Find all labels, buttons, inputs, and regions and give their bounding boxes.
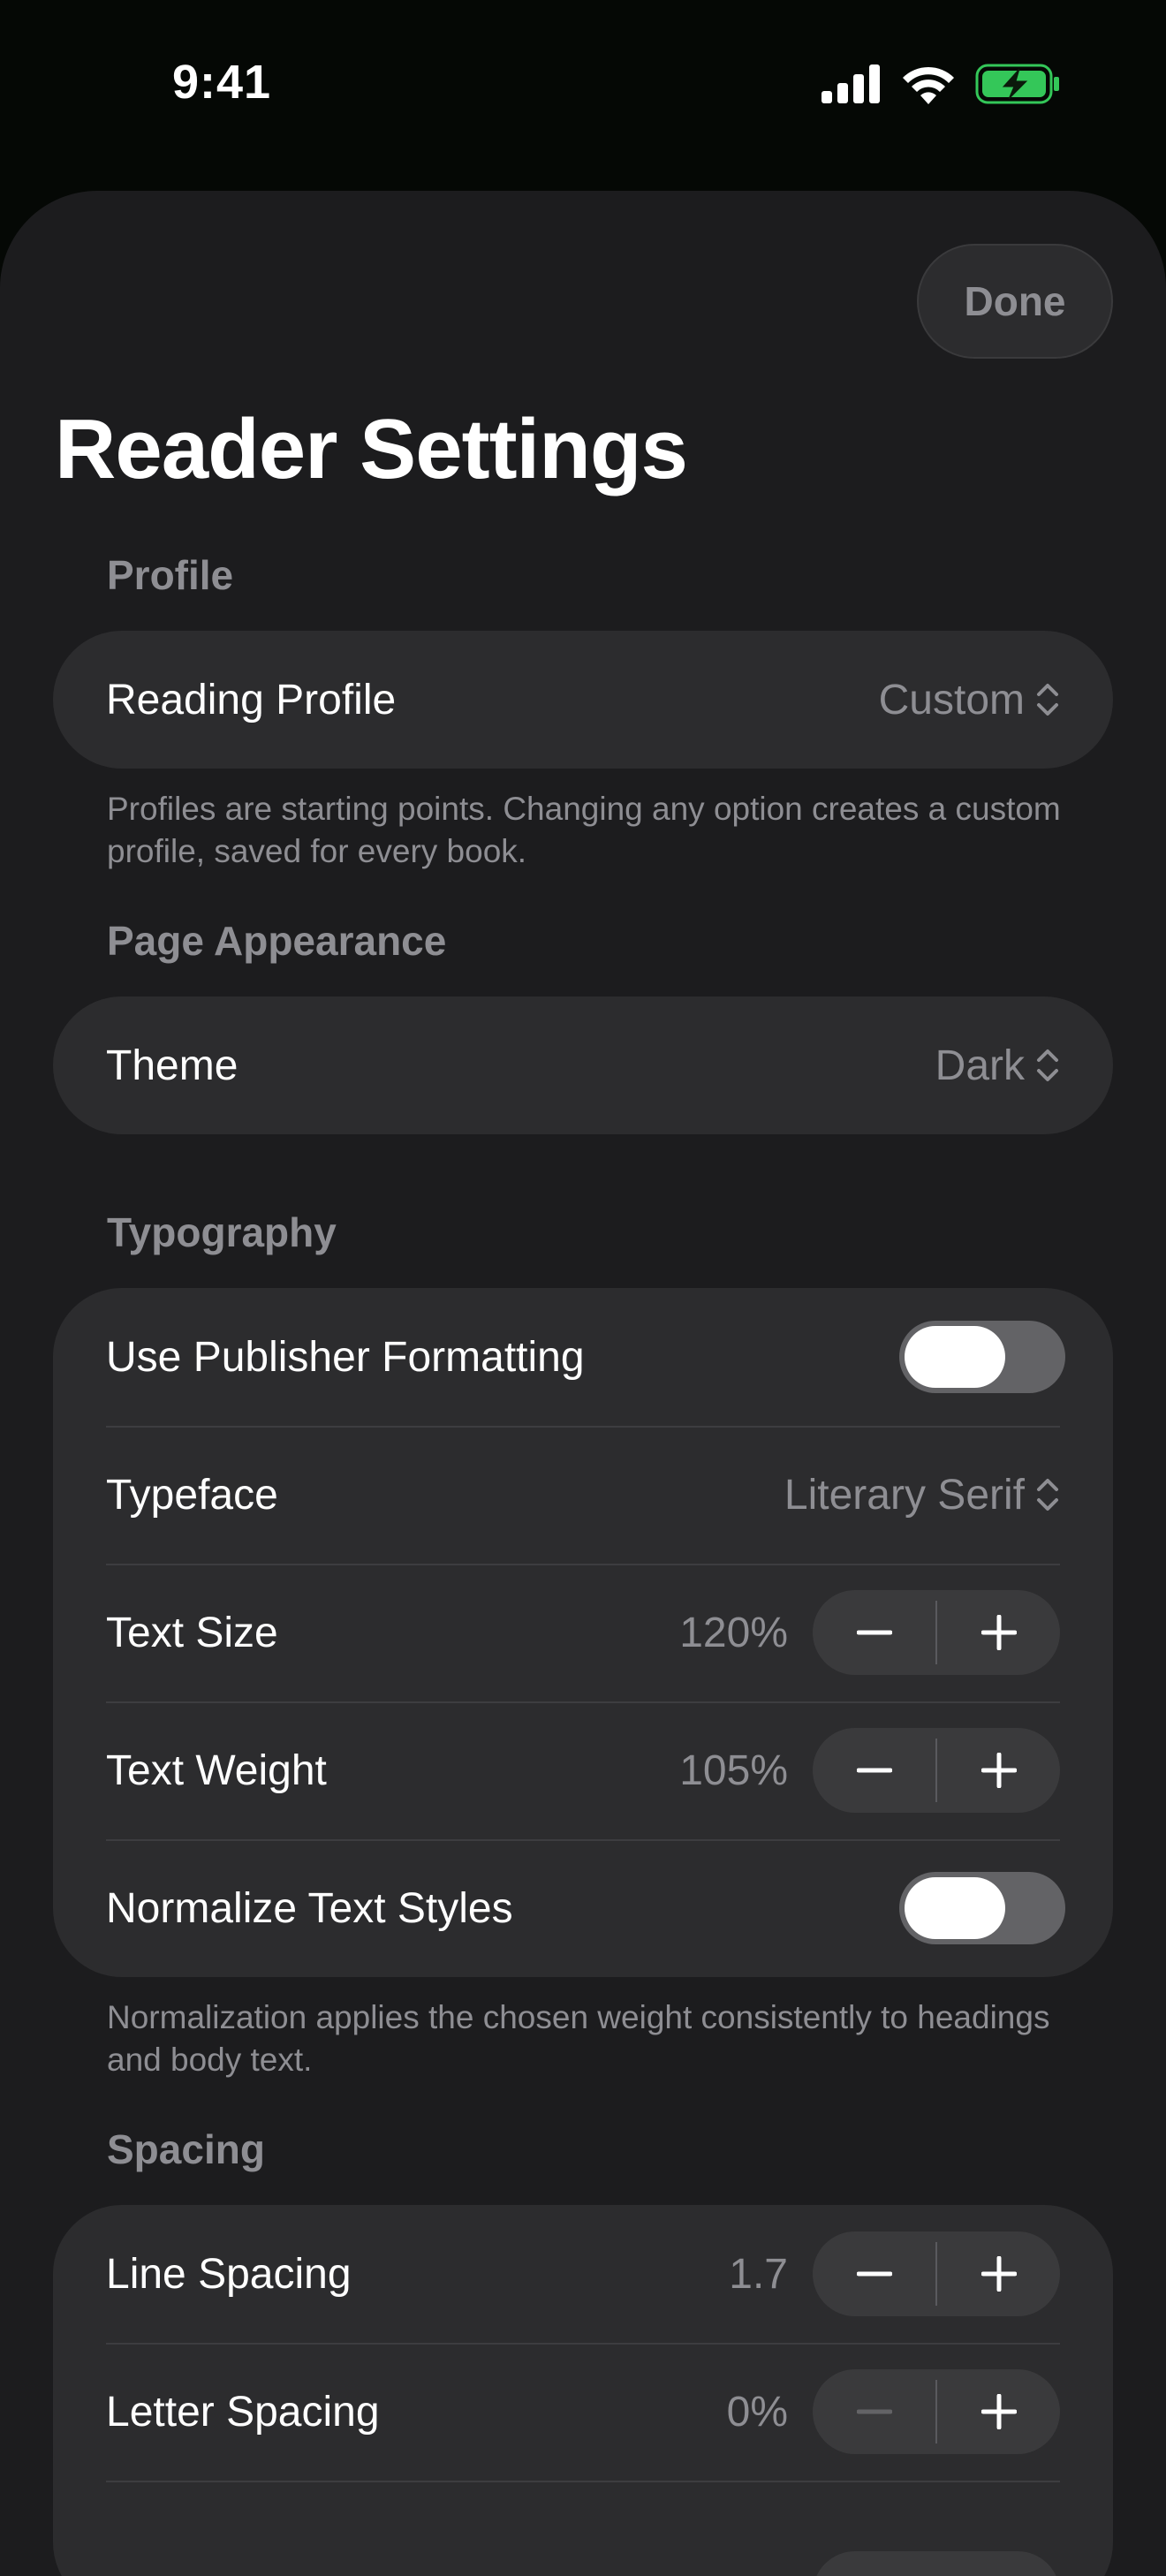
plus-icon: [980, 1753, 1017, 1788]
letter-spacing-row: Letter Spacing 0%: [53, 2343, 1113, 2481]
profile-group: Reading Profile Custom: [53, 631, 1113, 769]
text-weight-label: Text Weight: [106, 1746, 327, 1794]
letter-spacing-decrease-button[interactable]: [813, 2369, 935, 2454]
text-size-stepper: [813, 1590, 1060, 1675]
status-bar: 9:41: [0, 0, 1166, 177]
letter-spacing-increase-button[interactable]: [937, 2369, 1060, 2454]
line-spacing-value: 1.7: [729, 2250, 788, 2298]
text-weight-increase-button[interactable]: [937, 1728, 1060, 1813]
normalize-text-styles-toggle[interactable]: [899, 1872, 1065, 1944]
letter-spacing-value: 0%: [726, 2388, 788, 2436]
text-size-increase-button[interactable]: [937, 1590, 1060, 1675]
section-header-profile: Profile: [107, 552, 234, 598]
minus-icon: [856, 2409, 892, 2414]
chevron-up-down-icon: [1037, 1479, 1058, 1511]
reading-profile-row[interactable]: Reading Profile Custom: [53, 631, 1113, 769]
page-title: Reader Settings: [55, 402, 688, 496]
line-spacing-increase-button[interactable]: [937, 2231, 1060, 2316]
minus-icon: [856, 1768, 892, 1773]
section-header-typography: Typography: [107, 1209, 337, 1255]
done-button[interactable]: Done: [917, 244, 1113, 359]
spacing-group: Line Spacing 1.7 Letter Spacing 0%: [53, 2205, 1113, 2576]
line-spacing-label: Line Spacing: [106, 2250, 352, 2298]
text-size-decrease-button[interactable]: [813, 1590, 935, 1675]
publisher-formatting-label: Use Publisher Formatting: [106, 1333, 585, 1381]
section-header-spacing: Spacing: [107, 2126, 265, 2172]
plus-icon: [980, 2256, 1017, 2292]
normalize-text-styles-label: Normalize Text Styles: [106, 1884, 513, 1932]
partial-stepper: [813, 2551, 1060, 2576]
chevron-up-down-icon: [1037, 684, 1058, 716]
publisher-formatting-row: Use Publisher Formatting: [53, 1288, 1113, 1426]
publisher-formatting-toggle[interactable]: [899, 1321, 1065, 1393]
typeface-label: Typeface: [106, 1471, 278, 1519]
text-size-label: Text Size: [106, 1609, 278, 1656]
typeface-row[interactable]: Typeface Literary Serif: [53, 1426, 1113, 1564]
plus-icon: [980, 1615, 1017, 1650]
letter-spacing-stepper: [813, 2369, 1060, 2454]
chevron-up-down-icon: [1037, 1049, 1058, 1081]
theme-picker[interactable]: Dark: [935, 1042, 1060, 1090]
text-size-value: 120%: [679, 1609, 788, 1656]
wifi-icon: [903, 66, 954, 104]
typography-group: Use Publisher Formatting Typeface Litera…: [53, 1288, 1113, 1977]
theme-value: Dark: [935, 1042, 1025, 1089]
toggle-knob: [905, 1877, 1005, 1939]
cellular-signal-icon: [822, 64, 880, 103]
theme-label: Theme: [106, 1042, 238, 1089]
text-weight-decrease-button[interactable]: [813, 1728, 935, 1813]
text-size-row: Text Size 120%: [53, 1564, 1113, 1701]
reading-profile-value: Custom: [878, 676, 1025, 724]
minus-icon: [856, 1630, 892, 1635]
typography-footnote: Normalization applies the chosen weight …: [107, 1999, 1050, 2078]
battery-charging-icon: [975, 64, 1059, 104]
toggle-knob: [905, 1326, 1005, 1388]
status-time: 9:41: [172, 56, 272, 109]
reading-profile-label: Reading Profile: [106, 676, 397, 724]
plus-icon: [980, 2394, 1017, 2429]
typeface-picker[interactable]: Literary Serif: [784, 1471, 1060, 1519]
next-spacing-row-partial: [53, 2481, 1113, 2576]
line-spacing-decrease-button[interactable]: [813, 2231, 935, 2316]
minus-icon: [856, 2271, 892, 2277]
section-header-page-appearance: Page Appearance: [107, 918, 447, 964]
line-spacing-row: Line Spacing 1.7: [53, 2205, 1113, 2343]
text-weight-value: 105%: [679, 1746, 788, 1794]
status-icons: [822, 64, 1060, 104]
reader-settings-sheet: Done Reader Settings Profile Reading Pro…: [0, 191, 1166, 2576]
appearance-group: Theme Dark: [53, 996, 1113, 1134]
reading-profile-picker[interactable]: Custom: [879, 676, 1060, 724]
letter-spacing-label: Letter Spacing: [106, 2388, 380, 2436]
normalize-text-styles-row: Normalize Text Styles: [53, 1839, 1113, 1977]
text-weight-row: Text Weight 105%: [53, 1701, 1113, 1839]
text-weight-stepper: [813, 1728, 1060, 1813]
theme-row[interactable]: Theme Dark: [53, 996, 1113, 1134]
typeface-value: Literary Serif: [784, 1471, 1025, 1519]
profile-footnote: Profiles are starting points. Changing a…: [107, 791, 1061, 869]
line-spacing-stepper: [813, 2231, 1060, 2316]
